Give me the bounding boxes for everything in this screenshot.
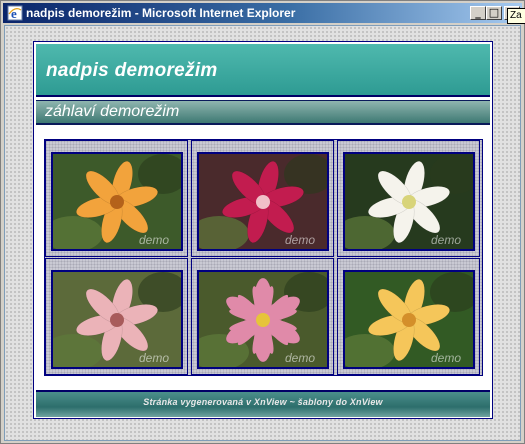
watermark: demo [139, 233, 169, 247]
browser-content-area[interactable]: nadpis demorežim záhlaví demorežim demo … [4, 25, 521, 441]
watermark: demo [285, 351, 315, 365]
page-title: nadpis demorežim [46, 60, 218, 81]
watermark: demo [285, 233, 315, 247]
white-lily-photo: demo [345, 154, 473, 249]
window-title: nadpis demorežim - Microsoft Internet Ex… [26, 6, 296, 20]
browser-window: e nadpis demorežim - Microsoft Internet … [0, 0, 525, 444]
pink-gazania-photo: demo [199, 272, 327, 367]
title-bar[interactable]: e nadpis demorežim - Microsoft Internet … [3, 3, 522, 23]
tooltip: Za [507, 8, 525, 24]
gallery-cell: demo [337, 258, 480, 375]
photo-thumbnail[interactable]: demo [197, 270, 329, 369]
watermark: demo [431, 351, 461, 365]
magenta-lily-photo: demo [199, 154, 327, 249]
minimize-button[interactable]: _ [470, 6, 486, 20]
gallery-cell: demo [191, 140, 334, 257]
yellow-lilies-photo: demo [345, 272, 473, 367]
subheader-title: záhlaví demorežim [45, 103, 180, 120]
watermark: demo [139, 351, 169, 365]
photo-gallery: demo demo demo demo demo demo [44, 139, 483, 376]
page-footer: Stránka vygenerovaná v XnView ~ šablony … [36, 390, 490, 417]
web-page: nadpis demorežim záhlaví demorežim demo … [33, 41, 493, 419]
page-subheader: záhlaví demorežim [36, 100, 490, 125]
photo-thumbnail[interactable]: demo [51, 270, 183, 369]
gallery-cell: demo [191, 258, 334, 375]
pink-lily-photo: demo [53, 272, 181, 367]
photo-thumbnail[interactable]: demo [343, 152, 475, 251]
photo-thumbnail[interactable]: demo [197, 152, 329, 251]
gallery-cell: demo [337, 140, 480, 257]
gallery-cell: demo [45, 258, 188, 375]
photo-thumbnail[interactable]: demo [51, 152, 183, 251]
maximize-button[interactable]: □ [486, 6, 502, 20]
orange-lily-photo: demo [53, 154, 181, 249]
internet-explorer-icon: e [7, 5, 23, 21]
gallery-cell: demo [45, 140, 188, 257]
page-header: nadpis demorežim [36, 44, 490, 97]
watermark: demo [431, 233, 461, 247]
footer-text: Stránka vygenerovaná v XnView ~ šablony … [143, 397, 383, 407]
photo-thumbnail[interactable]: demo [343, 270, 475, 369]
